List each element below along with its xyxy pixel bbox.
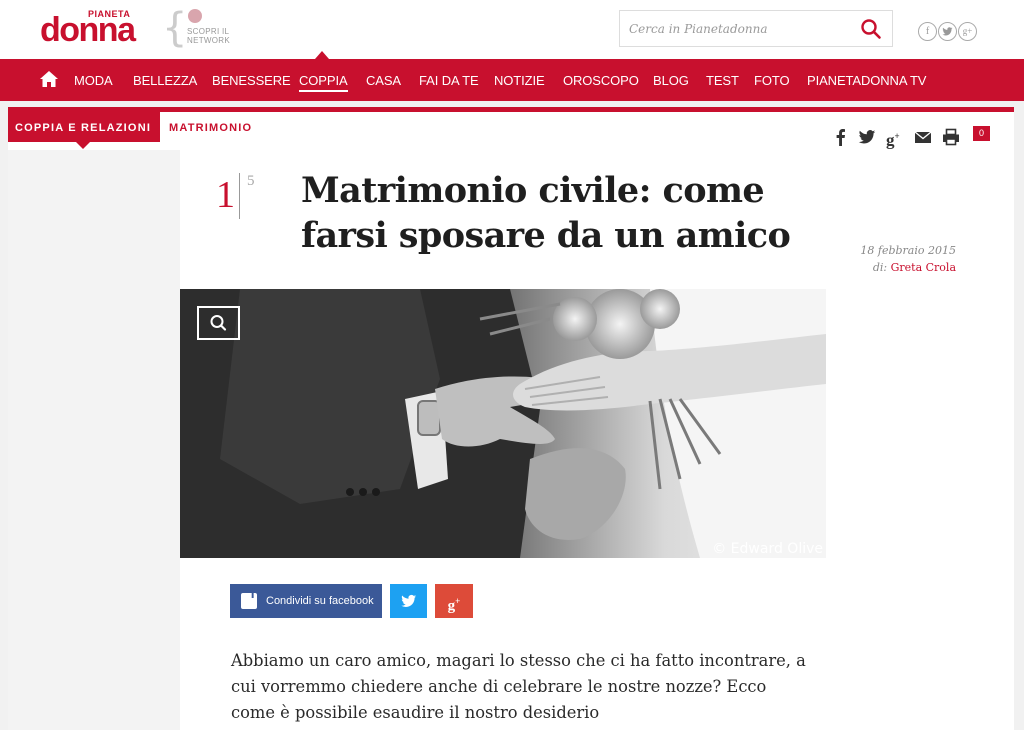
nav-item-oroscopo[interactable]: OROSCOPO bbox=[563, 59, 639, 101]
network-label: SCOPRI IL NETWORK bbox=[187, 27, 230, 45]
nav-item-blog[interactable]: BLOG bbox=[653, 59, 689, 101]
brace-divider: { bbox=[162, 5, 188, 51]
network-link[interactable]: { SCOPRI IL NETWORK bbox=[162, 6, 242, 52]
nav-item-casa[interactable]: CASA bbox=[366, 59, 401, 101]
nav-item-test[interactable]: TEST bbox=[706, 59, 739, 101]
wedding-hands-photo bbox=[180, 289, 826, 558]
twitter-icon bbox=[401, 594, 417, 608]
breadcrumb-subsection[interactable]: MATRIMONIO bbox=[160, 112, 272, 142]
byline-prefix: di: bbox=[872, 261, 888, 274]
nav-item-coppia[interactable]: COPPIA bbox=[299, 59, 348, 101]
home-icon[interactable] bbox=[40, 71, 58, 87]
globe-icon bbox=[188, 9, 202, 23]
nav-item-notizie[interactable]: NOTIZIE bbox=[494, 59, 545, 101]
article-date: 18 febbraio 2015 bbox=[860, 244, 956, 257]
article-meta: 18 febbraio 2015 di: Greta Crola bbox=[822, 242, 956, 276]
search-box bbox=[619, 10, 893, 47]
image-credit: © Edward Olive bbox=[712, 541, 823, 557]
facebook-icon: f bbox=[241, 585, 257, 609]
author-link[interactable]: Greta Crola bbox=[891, 261, 956, 274]
google-plus-icon: g+ bbox=[447, 596, 461, 614]
nav-item-benessere[interactable]: BENESSERE bbox=[212, 59, 291, 101]
print-icon[interactable] bbox=[942, 128, 960, 146]
google-plus-share-button[interactable]: g+ bbox=[435, 584, 473, 618]
nav-item-moda[interactable]: MODA bbox=[74, 59, 113, 101]
site-logo[interactable]: PIANETA donna bbox=[40, 9, 140, 49]
header-social-links: f g+ bbox=[918, 22, 980, 42]
nav-item-bellezza[interactable]: BELLEZZA bbox=[133, 59, 197, 101]
mail-icon[interactable] bbox=[914, 128, 932, 146]
nav-item-pianetadonna-tv[interactable]: PIANETADONNA TV bbox=[807, 59, 926, 101]
nav-item-foto[interactable]: FOTO bbox=[754, 59, 790, 101]
facebook-icon[interactable] bbox=[832, 128, 850, 146]
zoom-image-button[interactable] bbox=[197, 306, 240, 340]
search-input[interactable] bbox=[620, 11, 856, 46]
article-title: Matrimonio civile: come farsi sposare da… bbox=[301, 170, 791, 256]
google-plus-icon[interactable]: g+ bbox=[958, 22, 977, 41]
breadcrumb-section[interactable]: COPPIA E RELAZIONI bbox=[8, 112, 160, 149]
nav-item-fai-da-te[interactable]: FAI DA TE bbox=[419, 59, 479, 101]
facebook-share-button[interactable]: f Condividi su facebook bbox=[230, 584, 382, 618]
network-label-line1: SCOPRI IL bbox=[187, 27, 230, 36]
site-header: PIANETA donna { SCOPRI IL NETWORK f g+ bbox=[0, 0, 1024, 59]
article-byline: di: Greta Crola bbox=[822, 259, 956, 276]
twitter-icon[interactable] bbox=[938, 22, 957, 41]
google-plus-icon[interactable]: g+ bbox=[886, 128, 904, 149]
twitter-share-button[interactable] bbox=[390, 584, 427, 618]
nav-active-caret bbox=[315, 51, 329, 59]
page-counter-current: 1 bbox=[216, 174, 235, 216]
main-nav: MODA BELLEZZA BENESSERE COPPIA CASA FAI … bbox=[0, 51, 1024, 101]
twitter-icon[interactable] bbox=[858, 128, 876, 146]
magnifier-icon bbox=[210, 315, 227, 331]
page-counter-total: 5 bbox=[247, 173, 255, 189]
article-hero-image[interactable]: © Edward Olive bbox=[180, 289, 826, 558]
facebook-share-label: Condividi su facebook bbox=[266, 595, 374, 607]
page-counter: 1 5 bbox=[214, 173, 274, 221]
page-counter-divider bbox=[239, 173, 240, 219]
left-sidebar bbox=[8, 150, 180, 730]
article-lead: Abbiamo un caro amico, magari lo stesso … bbox=[231, 651, 806, 722]
comments-count-badge[interactable]: 0 bbox=[973, 126, 990, 141]
logo-main-text: donna bbox=[40, 11, 136, 49]
search-icon[interactable] bbox=[860, 18, 882, 40]
facebook-icon[interactable]: f bbox=[918, 22, 937, 41]
network-label-line2: NETWORK bbox=[187, 36, 230, 45]
